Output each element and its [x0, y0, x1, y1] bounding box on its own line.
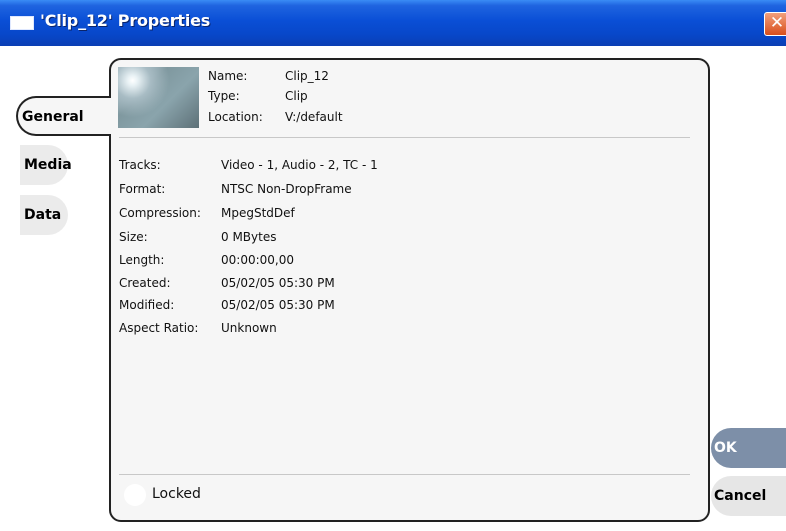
clip-thumbnail [118, 67, 199, 128]
ok-button[interactable]: OK [711, 428, 786, 468]
aspect-ratio-label: Aspect Ratio: [119, 321, 199, 335]
aspect-ratio-value: Unknown [221, 321, 277, 335]
locked-checkbox[interactable] [124, 484, 146, 506]
tab-media[interactable]: Media [20, 145, 72, 185]
format-value: NTSC Non-DropFrame [221, 182, 352, 196]
footer-divider [119, 474, 690, 475]
properties-panel [109, 58, 710, 522]
created-value: 05/02/05 05:30 PM [221, 276, 335, 290]
modified-value: 05/02/05 05:30 PM [221, 298, 335, 312]
header-divider [119, 137, 690, 138]
tracks-label: Tracks: [119, 158, 161, 172]
type-value: Clip [285, 89, 308, 103]
close-button[interactable]: ✕ [764, 12, 786, 36]
size-value: 0 MBytes [221, 230, 277, 244]
tracks-value: Video - 1, Audio - 2, TC - 1 [221, 158, 378, 172]
created-label: Created: [119, 276, 171, 290]
locked-label: Locked [152, 486, 201, 502]
compression-label: Compression: [119, 206, 201, 220]
tab-general[interactable]: General [16, 96, 111, 136]
tab-data[interactable]: Data [20, 195, 68, 235]
format-label: Format: [119, 182, 166, 196]
location-value: V:/default [285, 110, 343, 124]
name-label: Name: [208, 69, 248, 83]
length-label: Length: [119, 253, 165, 267]
modified-label: Modified: [119, 298, 175, 312]
window-title: 'Clip_12' Properties [40, 11, 211, 30]
length-value: 00:00:00,00 [221, 253, 294, 267]
size-label: Size: [119, 230, 148, 244]
window-icon [10, 16, 34, 30]
name-value: Clip_12 [285, 69, 329, 83]
type-label: Type: [208, 89, 240, 103]
compression-value: MpegStdDef [221, 206, 295, 220]
cancel-button[interactable]: Cancel [711, 476, 786, 516]
title-bar: 'Clip_12' Properties ✕ [0, 0, 786, 46]
location-label: Location: [208, 110, 263, 124]
